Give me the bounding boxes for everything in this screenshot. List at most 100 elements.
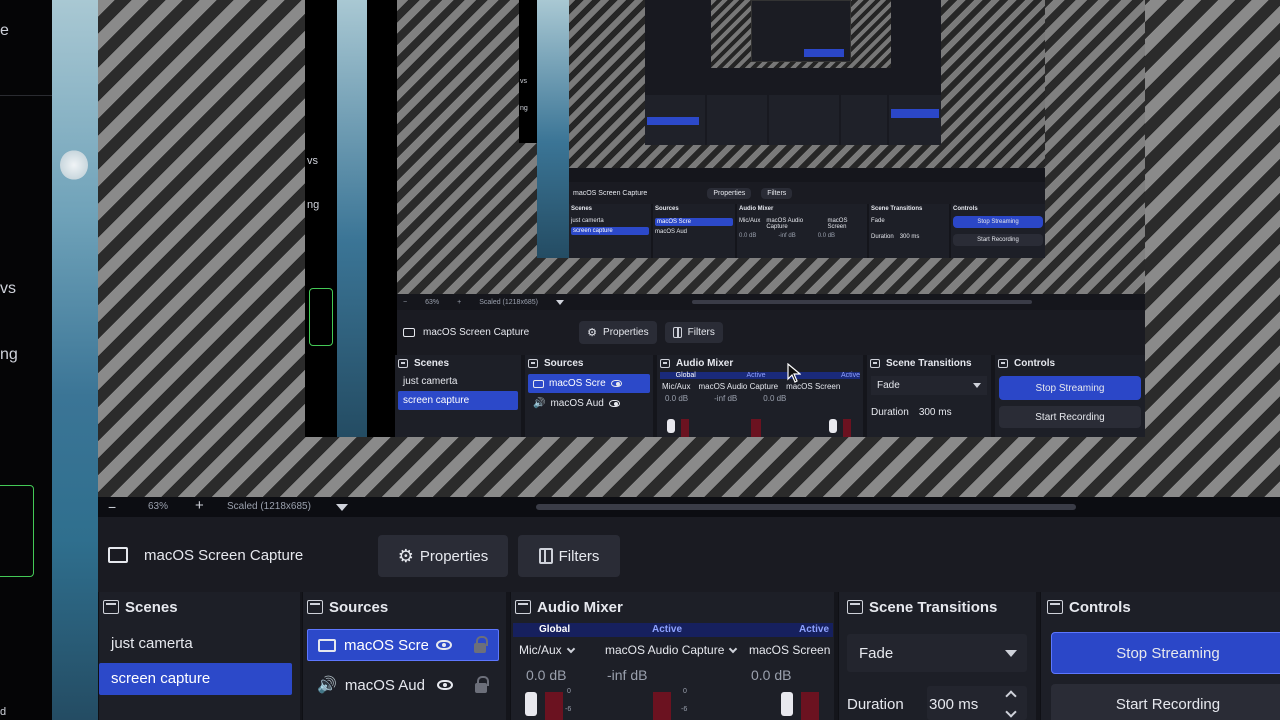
mixer-channel-menu[interactable]: Mic/Aux — [519, 643, 575, 657]
nest2-transition-select: Fade — [871, 376, 987, 395]
dock-icon — [998, 359, 1008, 368]
nested-start-recording: Start Recording — [953, 234, 1043, 246]
properties-label: Properties — [419, 547, 489, 565]
duration-stepper[interactable]: 300 ms — [927, 686, 1027, 720]
sources-header: Sources — [303, 592, 506, 622]
nest2-transitions-dock: Scene Transitions Fade Duration 300 ms — [867, 355, 991, 437]
divider — [0, 95, 52, 96]
nest2-zoom-minus: − — [403, 298, 408, 306]
scale-dropdown-icon[interactable] — [336, 504, 348, 511]
monitor-icon — [533, 379, 544, 388]
meter-tick: -6 — [681, 706, 688, 713]
nested-transitions-title: Scene Transitions — [871, 206, 923, 212]
filter-icon — [538, 548, 553, 564]
volume-fader[interactable] — [525, 692, 537, 716]
nest2-mixer-title: Audio Mixer — [676, 358, 734, 369]
nest2-zoom-percent: 63% — [425, 298, 440, 306]
nested-mixer-dock: Audio Mixer Mic/Aux macOS Audio Capture … — [737, 204, 867, 258]
nest2-docks: Scenes just camerta screen capture Sourc… — [395, 355, 1145, 437]
meter-tick: 0 — [567, 688, 571, 695]
chevron-down-icon — [729, 644, 738, 653]
transition-select[interactable]: Fade — [847, 634, 1027, 672]
text-fragment: ng — [307, 199, 320, 211]
mixer-tag: Active — [652, 624, 683, 635]
volume-meter — [801, 692, 819, 720]
preview-canvas[interactable]: vs ng vs ng macOS Screen Capture Propert… — [98, 0, 1280, 497]
chevron-up-icon[interactable] — [1005, 690, 1017, 702]
eye-icon[interactable] — [436, 640, 452, 650]
nested-duration-label: Duration — [871, 234, 894, 240]
nest2-transitions-title: Scene Transitions — [886, 358, 972, 369]
start-recording-button[interactable]: Start Recording — [1051, 684, 1280, 720]
nested-preview: vs ng macOS Screen Capture Properties Fi… — [397, 0, 1145, 297]
nest2-scene-item: just camerta — [403, 376, 458, 387]
mixer-channel-menu[interactable]: macOS Audio Capture — [605, 643, 738, 657]
nested-properties: Properties — [707, 187, 752, 199]
lock-icon[interactable] — [474, 636, 488, 653]
nested-left-black — [367, 0, 397, 437]
scenes-dock: Scenes just camerta screen capture — [98, 592, 300, 720]
dock-icon — [870, 359, 880, 368]
deep-obs-window — [645, 0, 941, 145]
source-item[interactable]: 🔊 macOS Aud — [307, 669, 499, 701]
nest2-mixer-dock: Audio Mixer Global Active Active Mic/Aux… — [657, 355, 863, 437]
dropdown-icon — [1005, 649, 1017, 657]
nested-sources-title: Sources — [655, 206, 679, 212]
nest2-scenes-title: Scenes — [414, 358, 450, 369]
nest2-mixer-tag: Active — [840, 372, 860, 379]
eye-icon[interactable] — [436, 680, 453, 690]
nest2-filters-button: Filters — [664, 322, 723, 343]
chevron-down-icon[interactable] — [1005, 706, 1017, 718]
mixer-level: 0.0 dB — [526, 667, 567, 683]
filter-icon — [672, 327, 682, 338]
mixer-channel-name[interactable]: macOS Screen — [749, 643, 830, 657]
captured-obs-window: vs ng macOS Screen Capture Properties Fi… — [367, 0, 1145, 437]
horizontal-scrollbar[interactable] — [536, 504, 1076, 510]
lock-icon[interactable] — [474, 676, 489, 693]
scene-item-selected[interactable]: screen capture — [99, 663, 292, 695]
gear-icon: ⚙ — [397, 545, 414, 566]
nested-scene-item-selected: screen capture — [571, 227, 649, 235]
scene-transitions-dock: Scene Transitions Fade Duration 300 ms — [838, 592, 1036, 720]
transitions-title: Scene Transitions — [869, 598, 998, 616]
deep-preview — [711, 0, 891, 68]
volume-fader[interactable] — [781, 692, 793, 716]
nest2-context-bar: macOS Screen Capture ⚙ Properties Filter… — [397, 310, 1145, 355]
source-item-selected[interactable]: macOS Scre — [307, 629, 499, 661]
highlight-box — [309, 288, 333, 346]
nested-mixer-channel: Mic/Aux — [739, 218, 761, 224]
properties-button[interactable]: ⚙ Properties — [378, 535, 508, 577]
nested-source-item: macOS Aud — [655, 229, 688, 235]
mixer-channel-name: macOS Audio Capture — [605, 643, 725, 657]
nest2-source-item: macOS Scre — [528, 374, 650, 393]
captured-wallpaper — [337, 0, 369, 437]
eye-icon — [608, 400, 620, 407]
dock-icon — [847, 600, 863, 614]
zoom-out-button[interactable]: − — [108, 499, 116, 515]
nest2-meter — [681, 419, 689, 437]
nest2-scene-item-selected: screen capture — [398, 391, 518, 410]
stop-streaming-button[interactable]: Stop Streaming — [1051, 632, 1280, 674]
nested-zoom-bar — [569, 168, 1045, 182]
mixer-tag: Global — [539, 624, 571, 635]
nest2-source-name: macOS Screen Capture — [423, 327, 530, 338]
text-fragment: vs — [0, 280, 16, 297]
zoom-in-button[interactable]: + — [195, 497, 204, 514]
sources-title: Sources — [329, 598, 389, 616]
context-bar: macOS Screen Capture ⚙ Properties Filter… — [98, 517, 1280, 592]
nest2-controls-title: Controls — [1014, 358, 1056, 369]
volume-meter — [653, 692, 671, 720]
dock-icon — [515, 600, 531, 614]
nested-controls-dock: Controls Stop Streaming Start Recording — [951, 204, 1045, 258]
deep-ui — [751, 0, 851, 62]
text-fragment: e — [0, 22, 9, 39]
text-fragment: vs — [520, 78, 527, 85]
captured-left-panel: vs ng — [305, 0, 337, 437]
scene-item[interactable]: just camerta — [111, 635, 193, 652]
screen: e vs ng d vs ng vs ng macOS Screen Captu… — [0, 0, 1280, 720]
filters-button[interactable]: Filters — [518, 535, 620, 577]
source-label: macOS Aud — [344, 676, 425, 694]
nested-wallpaper — [537, 0, 569, 258]
nested-sources-dock: Sources macOS Scre macOS Aud — [653, 204, 735, 258]
nest2-fader — [667, 419, 675, 433]
